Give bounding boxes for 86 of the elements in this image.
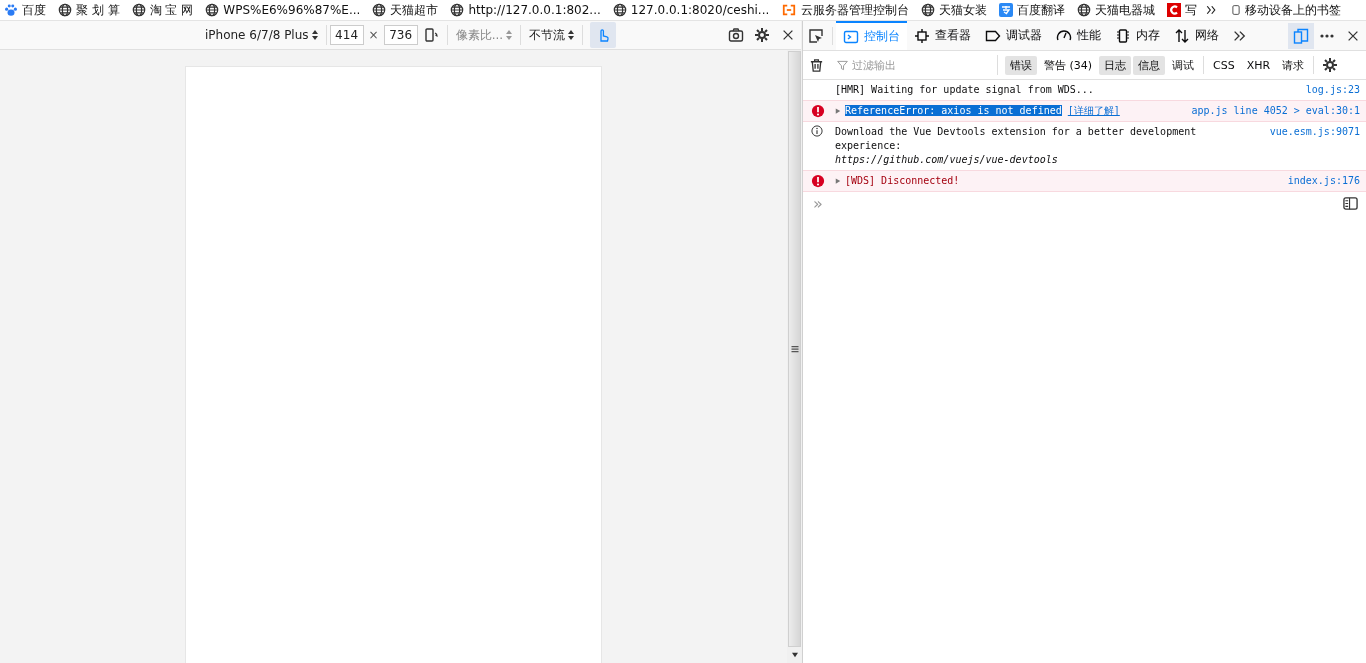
globe-icon bbox=[612, 3, 627, 17]
source-link[interactable]: log.js:23 bbox=[1305, 83, 1360, 97]
up-down-caret-icon bbox=[568, 30, 575, 40]
down-triangle-icon bbox=[790, 652, 799, 658]
globe-icon bbox=[205, 3, 220, 17]
touch-simulation-button[interactable] bbox=[590, 22, 617, 48]
up-down-arrows-icon bbox=[1174, 27, 1190, 44]
filter-button[interactable]: CSS bbox=[1208, 56, 1240, 74]
scrollbar-thumb[interactable] bbox=[788, 51, 801, 647]
devtools-tab[interactable]: 网络 bbox=[1167, 21, 1226, 50]
bookmark-folder[interactable]: 移动设备上的书签 bbox=[1227, 1, 1346, 19]
devtools-tab[interactable]: 性能 bbox=[1049, 21, 1108, 50]
log-message: Download the Vue Devtools extension for a better development experience: bbox=[835, 126, 1197, 151]
pixel-ratio-select[interactable]: 像素比... bbox=[450, 23, 518, 47]
filter-button[interactable]: 信息 bbox=[1133, 55, 1166, 75]
globe-icon bbox=[921, 3, 936, 17]
paw-icon bbox=[4, 3, 18, 17]
rotate-icon bbox=[422, 27, 439, 43]
phone-icon bbox=[1231, 3, 1242, 17]
learn-more-link[interactable]: [详细了解] bbox=[1067, 105, 1120, 116]
bookmark-link[interactable]: WPS%E6%96%87%E... bbox=[201, 3, 365, 17]
devtools-tab[interactable]: 查看器 bbox=[907, 21, 978, 50]
bracket-icon bbox=[781, 3, 798, 17]
grip-icon bbox=[790, 345, 799, 353]
globe-icon bbox=[131, 3, 146, 17]
devtools-tab[interactable]: 控制台 bbox=[836, 21, 907, 50]
prompt-marker: » bbox=[813, 194, 823, 213]
funnel-icon bbox=[837, 59, 848, 71]
bookmark-link[interactable]: http://127.0.0.1:802... bbox=[446, 3, 605, 17]
translate-icon bbox=[999, 3, 1014, 17]
bookmark-link[interactable]: 127.0.0.1:8020/ceshi... bbox=[608, 3, 774, 17]
settings-icon bbox=[1322, 57, 1339, 73]
chevron-icon bbox=[1232, 28, 1246, 43]
bookmark-link[interactable]: 百度 bbox=[0, 1, 50, 19]
cursor-box-icon bbox=[808, 27, 824, 44]
expand-arrow-icon[interactable] bbox=[835, 107, 841, 115]
filter-button[interactable]: 请求 bbox=[1277, 55, 1310, 75]
height-field[interactable]: 736 bbox=[383, 25, 418, 45]
log-message: [WDS] Disconnected! bbox=[845, 175, 960, 186]
bookmark-link[interactable]: 天猫电器城 bbox=[1073, 1, 1160, 19]
globe-icon bbox=[58, 3, 72, 17]
globe-icon bbox=[1077, 3, 1092, 17]
filter-button[interactable]: 日志 bbox=[1099, 55, 1132, 75]
trash-icon bbox=[808, 57, 824, 73]
sidebar-toggle-icon[interactable] bbox=[1343, 196, 1358, 211]
ellipsis-icon bbox=[1320, 33, 1334, 38]
info-icon bbox=[811, 125, 823, 137]
bookmark-link[interactable]: 云服务器管理控制台 bbox=[777, 1, 914, 19]
up-down-caret-icon bbox=[506, 30, 513, 40]
expand-arrow-icon[interactable] bbox=[835, 177, 841, 185]
bookmark-link[interactable]: 天猫超市 bbox=[368, 1, 443, 19]
chevron-icon[interactable] bbox=[1205, 4, 1218, 16]
source-link[interactable]: app.js line 4052 > eval:30:1 bbox=[1191, 104, 1360, 118]
source-link[interactable]: vue.esm.js:9071 bbox=[1269, 125, 1360, 139]
c-logo-icon bbox=[1167, 3, 1182, 17]
bookmark-link[interactable]: 天猫女装 bbox=[917, 1, 992, 19]
url-link[interactable]: https://github.com/vuejs/vue-devtools bbox=[835, 153, 1058, 167]
close-icon bbox=[781, 28, 795, 42]
log-message: [HMR] Waiting for update signal from WDS... bbox=[835, 84, 1094, 95]
log-message: ReferenceError: axios is not defined bbox=[845, 105, 1062, 116]
globe-icon bbox=[450, 3, 465, 17]
camera-icon bbox=[728, 27, 744, 43]
filter-button[interactable]: 警告 (34) bbox=[1039, 55, 1098, 75]
width-field[interactable]: 414 bbox=[329, 25, 364, 45]
chip-icon bbox=[1115, 27, 1131, 44]
bookmark-link[interactable]: 写 bbox=[1163, 1, 1202, 19]
error-icon bbox=[811, 104, 825, 118]
times-sign: × bbox=[368, 28, 379, 42]
inspector-icon bbox=[914, 27, 930, 44]
filter-button[interactable]: 错误 bbox=[1005, 55, 1037, 75]
up-down-caret-icon bbox=[311, 30, 318, 40]
globe-icon bbox=[372, 3, 387, 17]
filter-button[interactable]: XHR bbox=[1241, 56, 1276, 74]
devtools-tab[interactable]: 内存 bbox=[1108, 21, 1167, 50]
console-icon bbox=[843, 28, 859, 45]
device-select[interactable]: iPhone 6/7/8 Plus bbox=[200, 25, 323, 45]
bookmark-link[interactable]: 百度翻译 bbox=[995, 1, 1070, 19]
devices-icon bbox=[1293, 27, 1309, 44]
devtools-tab[interactable]: 调试器 bbox=[978, 21, 1049, 50]
source-link[interactable]: index.js:176 bbox=[1287, 174, 1360, 188]
bookmark-link[interactable]: 淘 宝 网 bbox=[127, 1, 198, 19]
bookmark-link[interactable]: 聚 划 算 bbox=[54, 1, 124, 19]
throttling-select[interactable]: 不节流 bbox=[524, 23, 580, 47]
error-icon bbox=[811, 174, 825, 188]
filter-button[interactable]: 调试 bbox=[1167, 55, 1200, 75]
settings-icon bbox=[754, 27, 770, 43]
